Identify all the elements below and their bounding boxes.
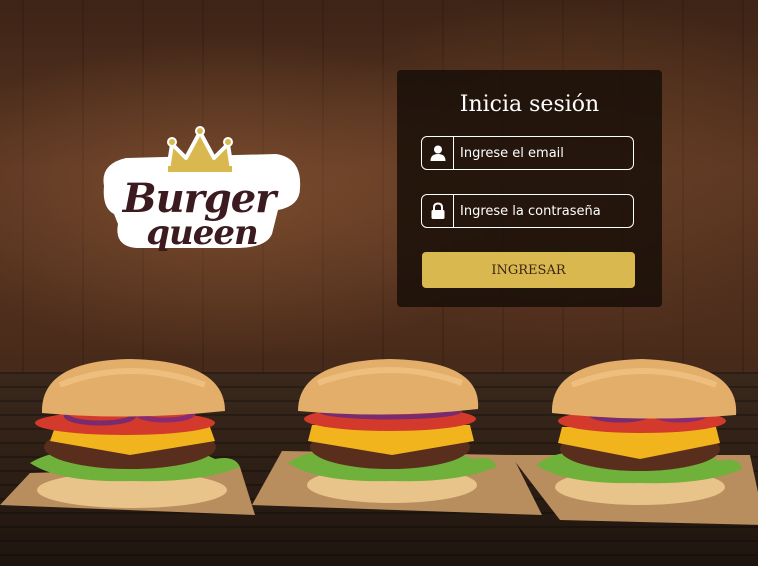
user-icon (422, 137, 454, 169)
svg-text:queen: queen (146, 213, 257, 252)
login-title: Inicia sesión (459, 92, 600, 117)
lock-icon (422, 195, 454, 227)
password-input[interactable] (460, 195, 627, 227)
password-field[interactable] (421, 194, 634, 228)
submit-button[interactable]: INGRESAR (422, 252, 635, 288)
crown-icon (166, 126, 234, 172)
email-input[interactable] (460, 137, 627, 169)
email-field[interactable] (421, 136, 634, 170)
burger-image-left (0, 355, 255, 525)
login-panel: Inicia sesión INGRESAR (397, 70, 662, 307)
burger-image-center (252, 355, 542, 520)
burger-queen-logo: Burger queen (96, 124, 302, 253)
burger-image-right (510, 355, 758, 525)
